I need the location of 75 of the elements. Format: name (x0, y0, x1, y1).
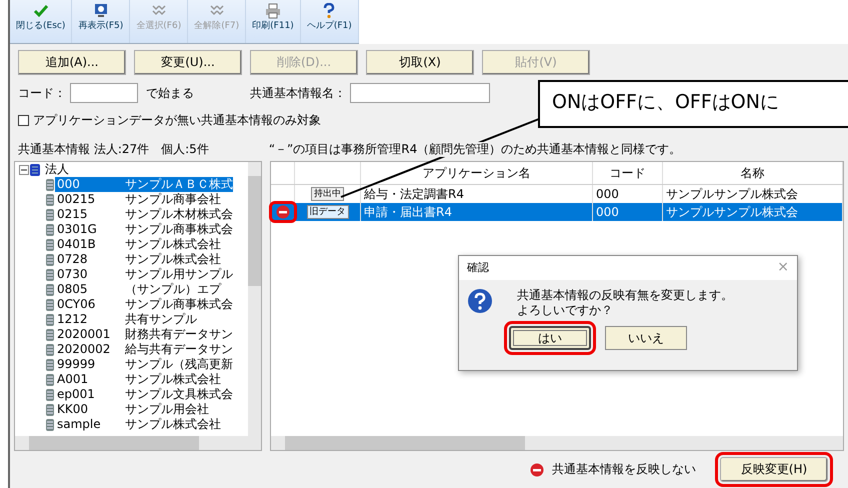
summary-text: 共通基本情報 法人:27件 個人:5件 (18, 142, 209, 157)
stop-icon (276, 205, 290, 219)
name-label: 共通基本情報名： (250, 86, 346, 100)
tree-item[interactable]: 99999 サンプル（残高更新 (55, 357, 233, 372)
toolbar-button[interactable]: 再表示(F5) (72, 0, 130, 43)
database-icon (45, 388, 55, 402)
column-header[interactable]: アプリケーション名 (361, 162, 593, 184)
action-button[interactable]: 追加(A)... (18, 50, 126, 75)
table-cell: サンプルサンプル株式会 (663, 203, 843, 221)
printer-icon (265, 3, 281, 19)
tree-item[interactable]: 0805 （サンプル）エプ (55, 282, 221, 297)
tree-item[interactable]: 0728 サンプル株式会社 (55, 252, 221, 267)
tree-item[interactable]: 00215 サンプル商事会社 (55, 192, 221, 207)
status-tag: 持出中 (311, 187, 344, 201)
database-icon (45, 328, 55, 342)
callout-box: ONはOFFに、OFFはONに (538, 80, 848, 128)
database-icon (45, 178, 55, 192)
legend-text: 共通基本情報を反映しない (552, 462, 696, 477)
database-icon (45, 418, 55, 432)
horizontal-scrollbar[interactable] (15, 436, 261, 450)
database-icon (29, 162, 41, 176)
monitor-icon (92, 3, 109, 19)
code-label: コード： (18, 86, 66, 100)
code-field[interactable] (70, 83, 138, 103)
database-icon (45, 222, 55, 236)
database-icon (45, 402, 55, 416)
tree-item[interactable]: A001 サンプル株式会社 (55, 372, 221, 387)
tree-item[interactable]: 0730 サンプル用サンプル (55, 267, 233, 282)
database-icon (45, 208, 55, 222)
name-field[interactable] (350, 83, 490, 103)
tree-item[interactable]: 000 サンプルＡＢＣ株式 (55, 177, 233, 192)
database-icon (45, 282, 55, 296)
tree-item[interactable]: ep001 サンプル文具株式会 (55, 387, 233, 402)
database-icon (45, 358, 55, 372)
vertical-scrollbar[interactable] (248, 162, 261, 436)
toolbar-button[interactable]: 印刷(F11) (246, 0, 301, 43)
tree-item[interactable]: KK00 サンプル用会社 (55, 402, 209, 417)
collapse-icon[interactable] (19, 164, 29, 174)
checkbox[interactable] (18, 115, 29, 126)
dialog-button[interactable]: いいえ (605, 326, 687, 350)
table-cell: 000 (593, 203, 663, 221)
tree-item[interactable]: 0401B サンプル株式会社 (55, 237, 221, 252)
database-icon (45, 252, 55, 266)
database-icon (45, 192, 55, 206)
table-row[interactable]: 旧データ 申請・届出書R4 000 サンプルサンプル株式会 (271, 203, 843, 221)
tree-item[interactable]: 0215 サンプル木材株式会 (55, 207, 233, 222)
action-button[interactable]: 変更(U)... (134, 50, 242, 75)
database-icon (45, 312, 55, 326)
database-icon (45, 372, 55, 386)
database-icon (45, 238, 55, 252)
stop-icon (530, 462, 544, 476)
database-icon (45, 342, 55, 356)
action-button[interactable]: 切取(X) (366, 50, 474, 75)
table-cell: 申請・届出書R4 (361, 203, 593, 221)
database-icon (45, 298, 55, 312)
question-icon (467, 288, 493, 314)
tree-root-label[interactable]: 法人 (45, 162, 69, 177)
column-header[interactable]: コード (593, 162, 663, 184)
status-tag: 旧データ (306, 205, 348, 219)
database-icon (45, 268, 55, 282)
column-header[interactable]: 名称 (663, 162, 843, 184)
check-icon (32, 3, 49, 19)
tree-item[interactable]: 0CY06 サンプル商事株式会 (55, 297, 233, 312)
toolbar-button[interactable]: 閉じる(Esc) (10, 0, 72, 43)
tree-item[interactable]: 0301G サンプル商事株式会 (55, 222, 233, 237)
tree-item[interactable]: 2020002 給与共有データサン (55, 342, 233, 357)
starts-with-label: で始まる (146, 86, 194, 100)
tree-item[interactable]: 1212 共有サンプル (55, 312, 197, 327)
dialog-message: 共通基本情報の反映有無を変更します。 よろしいですか？ (517, 288, 733, 318)
tree-item[interactable]: 2020001 財務共有データサン (55, 327, 233, 342)
tree-item[interactable]: sample サンプル株式会社 (55, 417, 221, 432)
checkbox-label: アプリケーションデータが無い共通基本情報のみ対象 (33, 113, 321, 128)
horizontal-scrollbar[interactable] (271, 436, 843, 450)
dialog-title: 確認 (467, 261, 489, 275)
toolbar-button[interactable]: ヘルプ(F1) (300, 0, 359, 43)
